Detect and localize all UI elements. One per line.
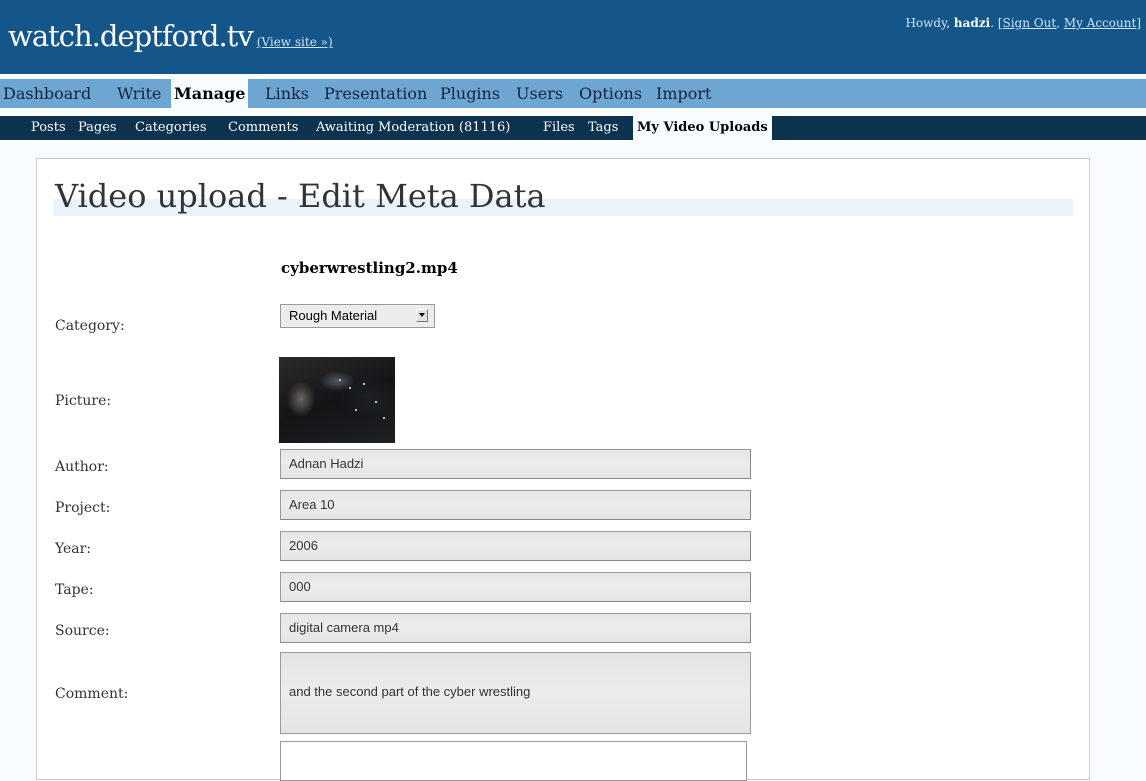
thumbnail-detail <box>349 387 351 389</box>
my-account-link[interactable]: My Account <box>1064 16 1137 30</box>
thumbnail-detail <box>355 409 357 411</box>
comment-label: Comment: <box>55 686 129 702</box>
submenu-item-comments[interactable]: Comments <box>224 116 302 140</box>
year-field[interactable]: 2006 <box>280 531 751 561</box>
site-title: watch.deptford.tv (View site ») <box>8 19 333 53</box>
picture-label: Picture: <box>55 393 112 409</box>
submenu-item-my-video-uploads[interactable]: My Video Uploads <box>633 116 772 140</box>
page-title: Video upload - Edit Meta Data <box>55 177 546 215</box>
submenu-item-tags[interactable]: Tags <box>584 116 622 140</box>
submenu-item-awaiting-moderation[interactable]: Awaiting Moderation (81116) <box>312 116 514 140</box>
tape-field[interactable]: 000 <box>280 572 751 602</box>
submenu-item-pages[interactable]: Pages <box>74 116 121 140</box>
text-field[interactable] <box>280 741 747 781</box>
thumbnail-detail <box>363 383 365 385</box>
thumbnail-detail <box>375 401 377 403</box>
thumbnail-detail <box>339 379 341 381</box>
admin-header: watch.deptford.tv (View site ») Howdy, ha… <box>0 0 1146 74</box>
admin-main-menu: Dashboard Write Manage Links Presentatio… <box>0 79 1146 108</box>
category-select-value: Rough Material <box>289 308 378 323</box>
source-field[interactable]: digital camera mp4 <box>280 613 751 643</box>
submenu-item-categories[interactable]: Categories <box>131 116 211 140</box>
author-field[interactable]: Adnan Hadzi <box>280 449 751 479</box>
select-arrow-icon <box>416 309 428 322</box>
project-field[interactable]: Area 10 <box>280 490 751 520</box>
menu-item-import[interactable]: Import <box>653 79 714 108</box>
menu-item-users[interactable]: Users <box>513 79 566 108</box>
user-info: Howdy, hadzi. [Sign Out, My Account] <box>905 16 1141 30</box>
project-label: Project: <box>55 500 111 516</box>
comment-field[interactable]: and the second part of the cyber wrestli… <box>280 652 751 734</box>
category-select[interactable]: Rough Material <box>280 304 435 328</box>
menu-item-dashboard[interactable]: Dashboard <box>0 79 94 108</box>
menu-item-manage[interactable]: Manage <box>171 79 249 108</box>
site-title-text: watch.deptford.tv <box>8 19 254 53</box>
video-filename: cyberwrestling2.mp4 <box>281 259 458 277</box>
admin-sub-menu: Posts Pages Categories Comments Awaiting… <box>0 116 1146 140</box>
menu-item-presentation[interactable]: Presentation <box>321 79 430 108</box>
category-label: Category: <box>55 318 125 334</box>
submenu-item-files[interactable]: Files <box>539 116 579 140</box>
submenu-item-posts[interactable]: Posts <box>27 116 70 140</box>
howdy-text: Howdy, <box>905 16 954 30</box>
menu-item-options[interactable]: Options <box>576 79 645 108</box>
user-info-bracket-close: ] <box>1136 16 1141 30</box>
user-info-bracket-open: . [ <box>990 16 1003 30</box>
thumbnail-detail <box>383 417 385 419</box>
user-info-separator: , <box>1056 16 1064 30</box>
video-thumbnail <box>279 357 395 443</box>
tape-label: Tape: <box>55 582 94 598</box>
menu-item-write[interactable]: Write <box>114 79 164 108</box>
menu-item-links[interactable]: Links <box>262 79 312 108</box>
menu-item-plugins[interactable]: Plugins <box>437 79 503 108</box>
source-label: Source: <box>55 623 110 639</box>
author-label: Author: <box>55 459 109 475</box>
year-label: Year: <box>55 541 92 557</box>
content-wrap: Video upload - Edit Meta Data cyberwrest… <box>36 158 1090 781</box>
view-site-link[interactable]: (View site ») <box>257 35 333 49</box>
username: hadzi <box>953 16 991 30</box>
sign-out-link[interactable]: Sign Out <box>1003 16 1057 30</box>
